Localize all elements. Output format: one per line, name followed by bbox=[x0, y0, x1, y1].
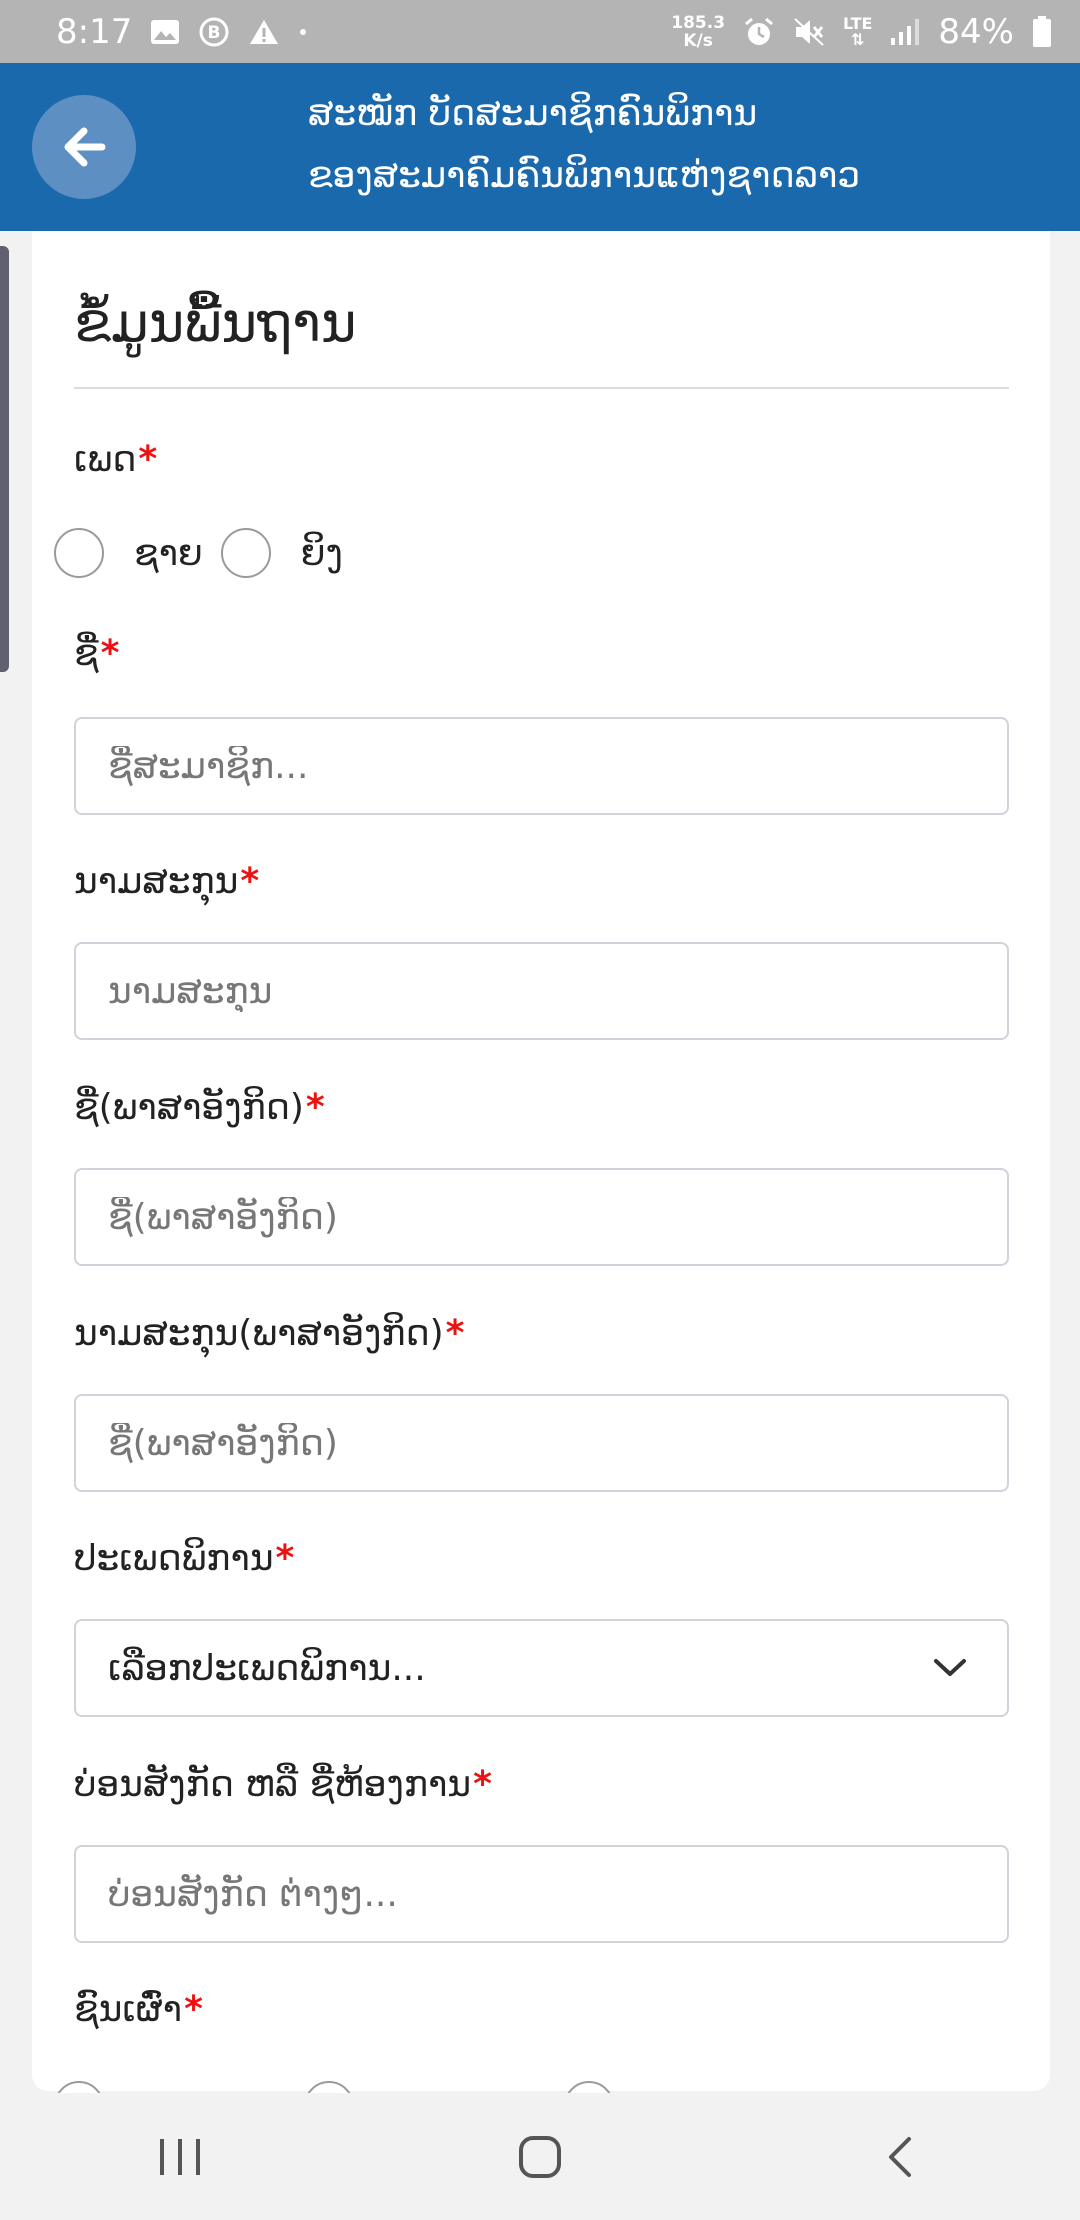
gender-label: ເພດ* bbox=[74, 439, 158, 480]
back-button[interactable] bbox=[32, 95, 136, 199]
first-name-en-input[interactable] bbox=[74, 1168, 1009, 1266]
page-title: ສະໝັກ ບັດສະມາຊິກຄົນພິການ ຂອງສະມາຄົມຄົນພິ… bbox=[250, 83, 1050, 207]
recent-apps-icon bbox=[160, 2138, 200, 2175]
mute-icon bbox=[793, 17, 825, 47]
recent-apps-button[interactable] bbox=[120, 2112, 240, 2202]
nav-back-button[interactable] bbox=[840, 2112, 960, 2202]
first-name-en-label: ຊື່(ພາສາອັງກິດ)* bbox=[74, 1087, 325, 1128]
edge-panel-handle[interactable] bbox=[0, 246, 9, 672]
surname-input[interactable] bbox=[74, 942, 1009, 1040]
dot-icon bbox=[298, 27, 308, 37]
home-icon bbox=[519, 2135, 561, 2178]
required-mark: * bbox=[473, 1764, 492, 1805]
warning-icon bbox=[248, 18, 280, 46]
section-title: ຂໍ້ມູນພື້ນຖານ bbox=[74, 291, 357, 354]
required-mark: * bbox=[445, 1313, 465, 1354]
surname-label: ນາມສະກຸນ* bbox=[74, 861, 260, 902]
surname-en-input[interactable] bbox=[74, 1394, 1009, 1492]
app-header: ສະໝັກ ບັດສະມາຊິກຄົນພິການ ຂອງສະມາຄົມຄົນພິ… bbox=[0, 63, 1080, 231]
network-speed: 185.3 K/s bbox=[671, 12, 726, 51]
page-title-line2: ຂອງສະມາຄົມຄົນພິການແຫ່ງຊາດລາວ bbox=[308, 155, 861, 196]
divider bbox=[74, 387, 1009, 389]
first-name-label: ຊື່* bbox=[74, 633, 120, 674]
system-nav-bar bbox=[0, 2093, 1080, 2220]
affiliation-input[interactable] bbox=[74, 1845, 1009, 1943]
page-title-line1: ສະໝັກ ບັດສະມາຊິກຄົນພິການ bbox=[308, 93, 758, 134]
home-button[interactable] bbox=[480, 2112, 600, 2202]
image-icon bbox=[150, 19, 180, 45]
required-mark: * bbox=[100, 633, 120, 674]
b-badge-icon: B bbox=[198, 16, 230, 48]
required-mark: * bbox=[275, 1538, 295, 1579]
required-mark: * bbox=[305, 1087, 325, 1128]
disability-type-label: ປະເພດພິການ* bbox=[74, 1538, 295, 1579]
nav-back-icon bbox=[889, 2136, 911, 2177]
lte-icon: LTE ⇅ bbox=[843, 13, 873, 49]
gender-male-radio[interactable] bbox=[54, 528, 104, 578]
required-mark: * bbox=[184, 1989, 203, 2030]
status-time: 8:17 bbox=[56, 11, 133, 52]
battery-icon bbox=[1032, 15, 1052, 48]
required-mark: * bbox=[240, 861, 260, 902]
signal-icon bbox=[890, 18, 920, 46]
alarm-icon bbox=[743, 16, 775, 48]
affiliation-label: ບ່ອນສັງກັດ ຫລື ຊື່ຫ້ອງການ* bbox=[74, 1764, 492, 1805]
gender-male-label[interactable]: ຊາຍ bbox=[134, 533, 203, 574]
gender-female-radio[interactable] bbox=[220, 528, 271, 578]
status-bar: 8:17 B 185.3 K/s LTE ⇅ 84% bbox=[0, 0, 1080, 63]
arrow-left-icon bbox=[64, 127, 106, 167]
gender-female-label[interactable]: ຍິງ bbox=[301, 533, 343, 574]
battery-percent: 84% bbox=[938, 11, 1014, 52]
gender-radio-group: ຊາຍ ຍິງ bbox=[54, 528, 361, 578]
surname-en-label: ນາມສະກຸນ(ພາສາອັງກິດ)* bbox=[74, 1313, 465, 1354]
disability-type-value: ເລືອກປະເພດພິການ... bbox=[108, 1647, 426, 1689]
required-mark: * bbox=[138, 439, 158, 480]
ethnicity-label: ຊົນເຜົ່າ* bbox=[74, 1989, 203, 2030]
disability-type-select[interactable]: ເລືອກປະເພດພິການ... bbox=[74, 1619, 1009, 1717]
svg-text:B: B bbox=[208, 23, 221, 43]
chevron-down-icon bbox=[934, 1659, 966, 1676]
form-card: ຂໍ້ມູນພື້ນຖານ ເພດ* ຊາຍ ຍິງ ຊື່* ນາມສະກຸນ… bbox=[32, 231, 1050, 2131]
first-name-input[interactable] bbox=[74, 717, 1009, 815]
